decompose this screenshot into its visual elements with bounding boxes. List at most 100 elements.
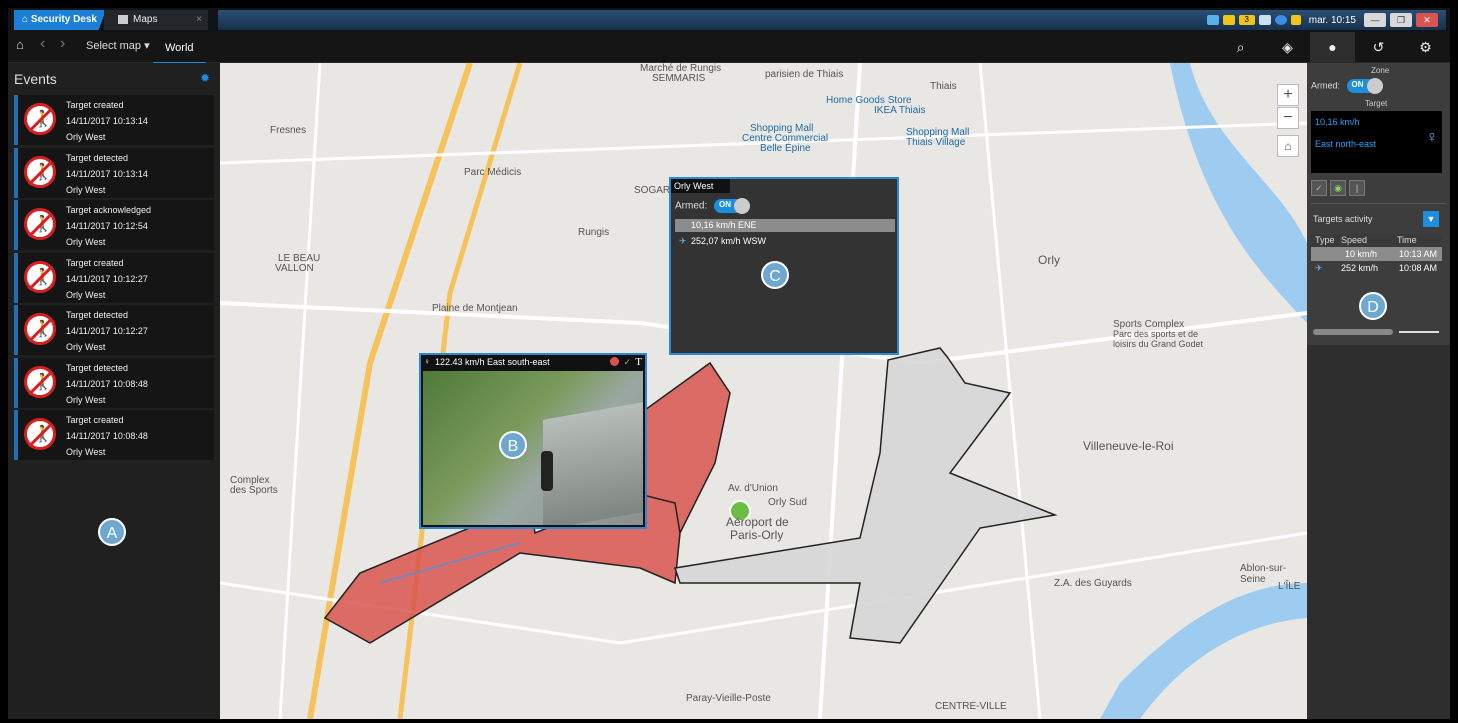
tab-world[interactable]: World xyxy=(153,36,206,64)
map-label: IKEA Thiais xyxy=(874,105,926,116)
zone-orly-west[interactable] xyxy=(674,347,1058,644)
armed-toggle[interactable]: ON xyxy=(1346,78,1383,94)
map-label: parisien de Thiais xyxy=(765,69,844,80)
target-row[interactable]: 10,16 km/h ENE xyxy=(675,219,895,232)
zone-details-card: Zone Armed: ON Target 10,16 km/h East no… xyxy=(1307,63,1450,345)
close-button[interactable]: ✕ xyxy=(1416,13,1438,27)
event-item[interactable]: 🚶 Target created 14/11/2017 10:12:27 Orly … xyxy=(14,252,214,303)
table-header: Type Speed Time xyxy=(1311,234,1442,247)
history-icon[interactable]: ↺ xyxy=(1356,32,1401,62)
scrollbar-track xyxy=(1399,331,1439,333)
zoom-in-button[interactable]: + xyxy=(1277,84,1299,106)
tab-bar: ⌂ Security Desk Maps × 3 mar. 10:15 — ❐ … xyxy=(8,8,1450,32)
event-item[interactable]: 🚶 Target created 14/11/2017 10:08:48 Orly … xyxy=(14,410,214,460)
back-icon[interactable]: ‹ xyxy=(40,35,45,53)
marker-a: A xyxy=(98,518,126,546)
map-label: Z.A. des Guyards xyxy=(1054,578,1132,589)
zone-icon[interactable]: ● xyxy=(1310,32,1355,62)
event-zone: Orly West xyxy=(66,342,106,352)
events-panel: Events ✹ 🚶 Target created 14/11/2017 10:1… xyxy=(8,63,220,719)
intruder-alert-icon: 🚶 xyxy=(24,103,56,135)
zoom-controls: + − ⌂ xyxy=(1277,84,1299,158)
event-title: Target detected xyxy=(66,362,129,373)
map-label: Paris-Orly xyxy=(730,528,784,542)
column-header[interactable]: Time xyxy=(1397,234,1417,247)
filter-icon[interactable]: ▼ xyxy=(1423,211,1439,227)
notification-badge[interactable]: 3 xyxy=(1238,15,1255,25)
settings-icon[interactable]: ⚙ xyxy=(1403,32,1448,62)
alert-icon[interactable] xyxy=(610,357,619,366)
event-item[interactable]: 🚶 Target acknowledged 14/11/2017 10:12:54… xyxy=(14,200,214,250)
armed-toggle[interactable]: ON xyxy=(714,198,751,214)
acknowledge-button[interactable]: ✓ xyxy=(1311,180,1327,196)
gear-icon[interactable]: ✹ xyxy=(200,71,210,85)
minimize-button[interactable]: — xyxy=(1364,13,1386,27)
video-popup: ♀ 122.43 km/h East south-east ✓ T B xyxy=(419,353,647,529)
home-icon[interactable]: ⌂ xyxy=(16,37,24,52)
camera-video-feed[interactable]: B xyxy=(423,371,643,525)
target-label: Target xyxy=(1365,99,1388,108)
shield-icon: ⌂ xyxy=(22,14,31,25)
network-icon[interactable] xyxy=(1274,15,1287,25)
targets-activity-title: Targets activity xyxy=(1313,214,1373,224)
river-seine-south xyxy=(1100,583,1307,719)
alarm-icon[interactable] xyxy=(1222,15,1235,25)
event-title: Target created xyxy=(66,257,124,268)
map-label: Aéroport de xyxy=(726,515,789,529)
scrollbar-thumb[interactable] xyxy=(1313,329,1393,335)
zoom-out-button[interactable]: − xyxy=(1277,107,1299,129)
map-label: Thiais Village xyxy=(906,137,966,148)
close-tab-icon[interactable]: × xyxy=(196,10,202,30)
tab-maps[interactable]: Maps × xyxy=(104,10,208,30)
events-list: 🚶 Target created 14/11/2017 10:13:14 Orly … xyxy=(14,95,214,463)
intruder-alert-icon: 🚶 xyxy=(24,260,56,293)
armed-label: Armed: xyxy=(675,200,708,212)
zone-details-panel: Zone Armed: ON Target 10,16 km/h East no… xyxy=(1307,63,1450,719)
camera-icon[interactable] xyxy=(1206,15,1219,25)
event-zone: Orly West xyxy=(66,289,106,300)
map-label: Villeneuve-le-Roi xyxy=(1083,439,1174,453)
event-title: Target created xyxy=(66,415,124,425)
event-item[interactable]: 🚶 Target detected 14/11/2017 10:08:48 Orly… xyxy=(14,357,214,408)
horizontal-scrollbar[interactable] xyxy=(1313,329,1441,335)
event-item[interactable]: 🚶 Target detected 14/11/2017 10:13:14 Orly… xyxy=(14,147,214,198)
targets-activity-table: Type Speed Time 10 km/h 10:13 AM ✈ 252 k… xyxy=(1311,234,1442,275)
warning-icon[interactable] xyxy=(1290,15,1301,25)
column-header[interactable]: Type xyxy=(1315,234,1335,247)
track-button[interactable]: | xyxy=(1349,180,1365,196)
map-label: Paray-Vieille-Poste xyxy=(686,693,771,704)
maximize-button[interactable]: ❐ xyxy=(1390,13,1412,27)
acknowledge-icon[interactable]: ✓ xyxy=(623,355,631,369)
map-view[interactable]: Marché de Rungis SEMMARIS parisien de Th… xyxy=(220,63,1307,719)
event-item[interactable]: 🚶 Target detected 14/11/2017 10:12:27 Orly… xyxy=(14,305,214,355)
map-label: Parc des sports et de xyxy=(1113,329,1199,339)
forward-icon[interactable]: › xyxy=(60,35,65,53)
plane-icon: ✈ xyxy=(679,236,687,246)
intruder-alert-icon: 🚶 xyxy=(24,365,56,398)
event-time: 14/11/2017 10:12:27 xyxy=(66,273,148,284)
tab-security-desk[interactable]: ⌂ Security Desk xyxy=(14,10,106,30)
intruder-alert-icon: 🚶 xyxy=(24,418,56,450)
search-icon[interactable]: ⌕ xyxy=(1218,32,1263,62)
armed-label: Armed: xyxy=(1311,80,1341,91)
map-label: Fresnes xyxy=(270,125,307,136)
table-row[interactable]: 10 km/h 10:13 AM xyxy=(1311,247,1442,261)
volume-icon[interactable] xyxy=(1258,15,1271,25)
table-row[interactable]: ✈ 252 km/h 10:08 AM xyxy=(1311,261,1442,275)
target-row[interactable]: ✈ 252,07 km/h WSW xyxy=(675,235,895,248)
intruder-alert-icon: 🚶 xyxy=(24,208,56,240)
select-map-dropdown[interactable]: Select map ▾ xyxy=(86,39,150,52)
event-title: Target acknowledged xyxy=(66,205,152,215)
event-time: 14/11/2017 10:13:14 xyxy=(66,168,148,179)
map-label: Thiais xyxy=(930,81,957,92)
event-zone: Orly West xyxy=(66,184,106,195)
map-home-button[interactable]: ⌂ xyxy=(1277,135,1299,157)
layers-icon[interactable]: ◈ xyxy=(1265,32,1310,62)
column-header[interactable]: Speed xyxy=(1341,234,1367,247)
view-button[interactable]: ◉ xyxy=(1330,180,1346,196)
event-title: Target detected xyxy=(66,152,129,163)
track-icon[interactable]: T xyxy=(635,355,642,369)
divider xyxy=(1311,203,1446,204)
fence xyxy=(543,402,643,525)
event-item[interactable]: 🚶 Target created 14/11/2017 10:13:14 Orly … xyxy=(14,95,214,145)
